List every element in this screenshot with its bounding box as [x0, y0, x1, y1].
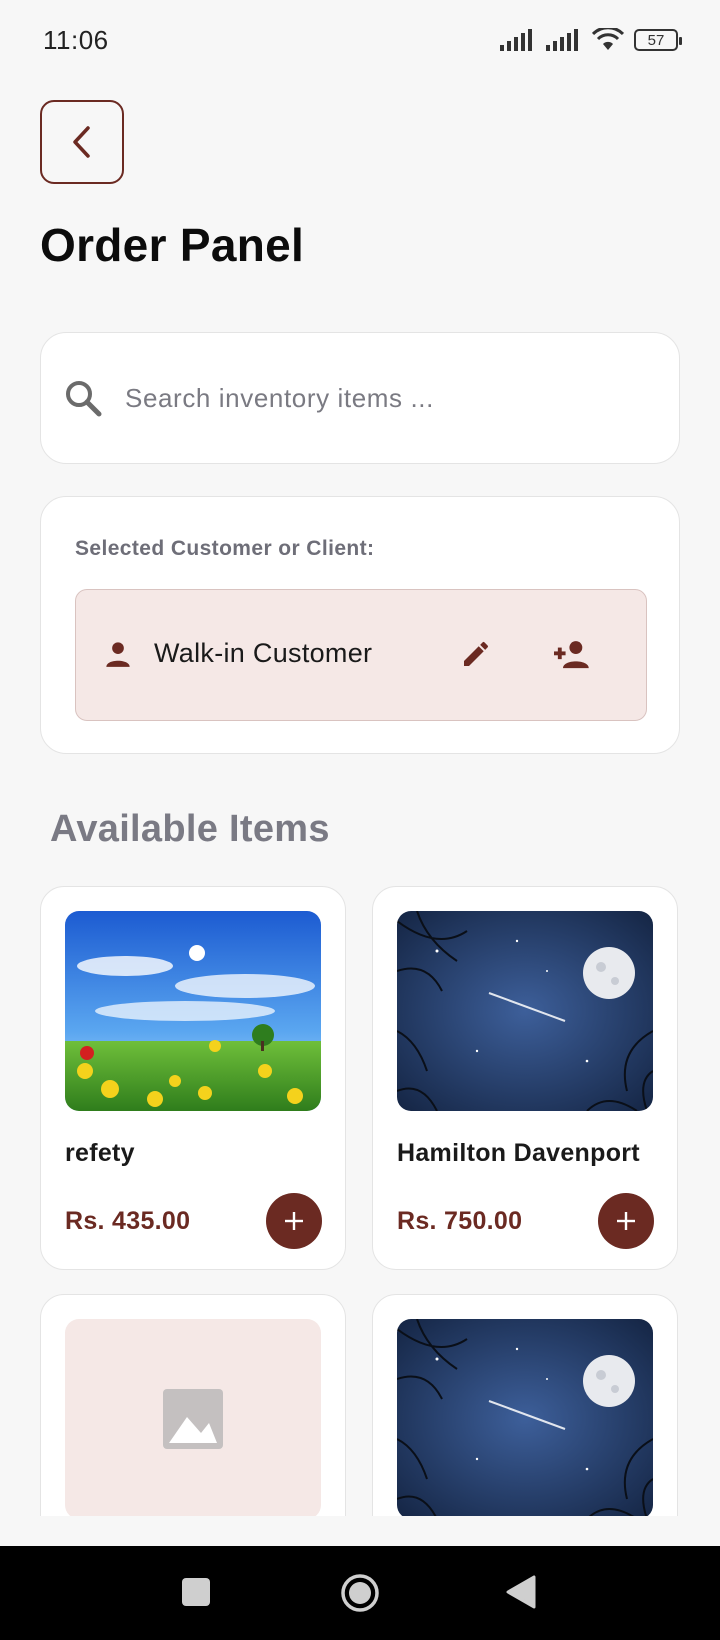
selected-customer[interactable]: Walk-in Customer [75, 589, 647, 721]
item-price: Rs. 435.00 [65, 1207, 191, 1235]
item-price: Rs. 750.00 [397, 1207, 523, 1235]
placeholder-image-icon [163, 1389, 223, 1449]
person-icon [106, 642, 130, 667]
item-image [65, 911, 321, 1111]
triangle-back-icon [506, 1575, 536, 1609]
item-image [397, 1319, 653, 1516]
plus-icon [285, 1212, 303, 1230]
circle-icon [341, 1574, 379, 1612]
item-image [65, 1319, 321, 1516]
customer-card: Selected Customer or Client: Walk-in Cus… [40, 496, 680, 754]
home-button[interactable] [340, 1573, 380, 1618]
add-customer-button[interactable] [554, 638, 590, 675]
person-add-icon [554, 641, 589, 669]
signal-icon [500, 29, 532, 51]
search-bar[interactable] [40, 332, 680, 464]
status-icons: 57 [500, 28, 682, 52]
item-card[interactable] [372, 1294, 678, 1516]
status-time: 11:06 [43, 24, 109, 55]
square-icon [182, 1578, 210, 1606]
item-card[interactable]: refety Rs. 435.00 [40, 886, 346, 1270]
items-grid: refety Rs. 435.00 Hamilton Davenport Rs.… [0, 880, 720, 1516]
night-sky-image [397, 1319, 653, 1516]
chevron-left-icon [73, 126, 90, 158]
battery-level: 57 [647, 31, 665, 49]
night-sky-image [397, 911, 653, 1111]
back-button[interactable] [40, 100, 124, 184]
section-title: Available Items [50, 808, 330, 850]
back-nav-button[interactable] [505, 1575, 537, 1614]
customer-label: Selected Customer or Client: [75, 537, 375, 560]
item-card[interactable]: Hamilton Davenport Rs. 750.00 [372, 886, 678, 1270]
edit-customer-button[interactable] [460, 638, 492, 675]
landscape-image [65, 911, 321, 1111]
signal-icon [546, 29, 578, 51]
add-item-button[interactable] [598, 1193, 654, 1249]
battery-icon: 57 [634, 29, 682, 51]
page-title: Order Panel [40, 219, 305, 271]
edit-icon [464, 641, 488, 666]
navigation-bar [0, 1546, 720, 1640]
search-input[interactable] [125, 382, 645, 414]
item-card[interactable] [40, 1294, 346, 1516]
plus-icon [617, 1212, 635, 1230]
add-item-button[interactable] [266, 1193, 322, 1249]
item-image [397, 911, 653, 1111]
item-name: refety [65, 1139, 135, 1167]
recents-button[interactable] [181, 1577, 211, 1612]
search-icon [66, 381, 102, 417]
item-name: Hamilton Davenport [397, 1139, 640, 1167]
customer-name: Walk-in Customer [154, 638, 373, 668]
status-bar: 11:06 57 [0, 0, 720, 80]
wifi-icon [592, 28, 624, 50]
